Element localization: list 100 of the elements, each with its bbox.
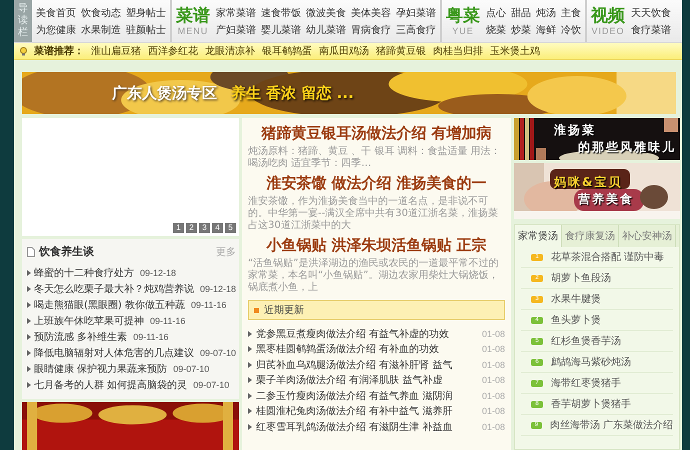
recipe-link[interactable]: 红枣雪耳乳鸽汤做法介绍 有滋阴生津 补益血 — [256, 420, 478, 434]
nav-link[interactable]: 烧菜 — [486, 22, 506, 36]
update-date: 01-08 — [482, 360, 505, 370]
nav-link[interactable]: 产妇菜谱 — [216, 22, 256, 36]
article-title[interactable]: 小鱼锅贴 洪泽朱坝活鱼锅贴 正宗 — [248, 236, 505, 255]
news-link[interactable]: 冬天怎么吃栗子最大补？炖鸡营养说 — [34, 282, 194, 296]
banner-title: 广东人煲汤专区 — [112, 84, 217, 102]
news-date: 09-12-18 — [140, 268, 176, 278]
soup-link[interactable]: 红杉鱼煲香芋汤 — [551, 334, 621, 348]
article-summary: 淮安茶馓，作为淮扬美食当中的一道名点，是非说不可的。中华第一宴--满汉全席中共有30道江浙名菜，淮扬菜占这30道江浙菜中的大 — [248, 196, 499, 232]
news-link[interactable]: 七月备考的人群 如何提高脑袋的灵 — [34, 378, 188, 392]
bullet-icon — [248, 346, 252, 352]
recipe-link[interactable]: 银耳鹌鹑蛋 — [262, 44, 312, 58]
recipe-link[interactable]: 猪蹄黄豆银 — [376, 44, 426, 58]
soup-link[interactable]: 花草茶混合搭配 谨防中毒 — [551, 250, 664, 264]
page-button[interactable]: 5 — [225, 223, 236, 233]
bullet-icon — [27, 286, 31, 292]
nav-link[interactable]: 炖汤 — [536, 6, 556, 20]
bullet-icon — [27, 318, 31, 324]
recipe-link[interactable]: 玉米煲土鸡 — [490, 44, 540, 58]
ad-headline: 妈咪&宝贝 — [554, 174, 624, 191]
bullet-icon — [248, 408, 252, 414]
nav-link[interactable]: 水果制造 — [81, 22, 121, 36]
bullet-icon — [248, 362, 252, 368]
news-link[interactable]: 预防流感 多补维生素 — [34, 330, 128, 344]
news-date: 09-07-10 — [200, 348, 236, 358]
category-subtitle: YUE — [452, 26, 474, 36]
bullet-icon — [27, 350, 31, 356]
news-link[interactable]: 上班族午休吃苹果可提神 — [34, 314, 144, 328]
bullet-icon — [27, 334, 31, 340]
nav-link[interactable]: 家常菜谱 — [216, 6, 256, 20]
tab[interactable]: 家常煲汤 — [515, 225, 562, 247]
recipe-link[interactable]: 党参黑豆煮瘦肉做法介绍 有益气补虚的功效 — [256, 326, 478, 341]
news-link[interactable]: 降低电脑辐射对人体危害的几点建议 — [34, 346, 194, 360]
nav-link[interactable]: 三高食疗 — [396, 22, 436, 36]
page-button[interactable]: 2 — [186, 223, 198, 233]
nav-link[interactable]: 冷饮 — [561, 22, 581, 36]
document-icon — [27, 246, 35, 256]
nav-link[interactable]: 幼儿菜谱 — [306, 22, 346, 36]
recipe-link[interactable]: 西洋参红花 — [148, 44, 198, 58]
nav-link[interactable]: 甜品 — [511, 6, 531, 20]
nav-link[interactable]: 炒菜 — [511, 22, 531, 36]
news-date: 09-07-10 — [193, 380, 230, 390]
recipe-link[interactable]: 肉桂当归排 — [433, 44, 483, 58]
update-date: 01-08 — [482, 406, 505, 416]
update-date: 01-08 — [482, 422, 505, 432]
nav-link[interactable]: 海鲜 — [536, 22, 556, 36]
update-date: 01-08 — [482, 328, 505, 339]
news-date: 09-07-10 — [173, 364, 210, 374]
recipe-link[interactable]: 归芪补血乌鸡腿汤做法介绍 有滋补肝肾 益气 — [256, 358, 478, 372]
nav-link[interactable]: 天天饮食 — [631, 6, 671, 20]
update-date: 01-08 — [482, 344, 505, 354]
bullet-icon — [248, 330, 252, 337]
recommend-label: 菜谱推荐： — [34, 44, 84, 58]
guide-label: 导读栏 — [14, 0, 32, 42]
news-date: 09-12-18 — [200, 284, 236, 294]
nav-link[interactable]: 胃病食疗 — [351, 22, 391, 36]
news-date: 09-11-16 — [190, 300, 226, 310]
soup-link[interactable]: 肉丝海带汤 广东菜做法介绍 — [550, 418, 673, 432]
soup-link[interactable]: 鹧鸪海马紫砂炖汤 — [551, 355, 631, 369]
nav-link[interactable]: 食疗菜谱 — [631, 22, 671, 36]
nav-link[interactable]: 点心 — [486, 6, 506, 20]
soup-link[interactable]: 胡萝卜鱼段汤 — [551, 271, 611, 285]
nav-link[interactable]: 饮食动态 — [81, 6, 121, 20]
article-title[interactable]: 猪蹄黄豆银耳汤做法介绍 有增加病 — [248, 124, 505, 143]
news-link[interactable]: 蜂蜜的十二种食疗处方 — [34, 266, 134, 280]
bullet-icon — [27, 366, 31, 372]
nav-link[interactable]: 为您健康 — [36, 22, 76, 36]
nav-link[interactable]: 婴儿菜谱 — [261, 22, 301, 36]
nav-link[interactable]: 主食 — [561, 6, 581, 20]
recipe-link[interactable]: 龙眼清凉补 — [205, 44, 255, 58]
nav-link[interactable]: 微波美食 — [306, 6, 346, 20]
nav-link[interactable]: 孕妇菜谱 — [396, 6, 436, 20]
page-button[interactable]: 3 — [199, 223, 210, 233]
nav-link[interactable]: 塑身帖士 — [126, 6, 166, 20]
soup-link[interactable]: 海带红枣煲猪手 — [551, 376, 621, 390]
news-link[interactable]: 喝走熊猫眼(黑眼圈) 教你做五种蔬 — [34, 298, 185, 312]
page-button[interactable]: 4 — [212, 223, 224, 233]
recipe-link[interactable]: 栗子羊肉汤做法介绍 有润泽肌肤 益气补虚 — [256, 373, 478, 388]
bullet-icon — [27, 302, 31, 308]
recipe-link[interactable]: 淮山扁豆猪 — [91, 44, 141, 58]
category-subtitle: VIDEO — [591, 26, 624, 36]
recipe-link[interactable]: 二参玉竹瘦肉汤做法介绍 有益气养血 滋阴润 — [256, 388, 478, 403]
article-summary: 炖汤原料：猪蹄、黄豆 、干 银耳 调料：食盐适量 用法：喝汤吃肉 适宜季节：四季… — [248, 146, 502, 170]
recipe-link[interactable]: 桂圆淮杞兔肉汤做法介绍 有补中益气 滋养肝 — [256, 404, 478, 418]
nav-link[interactable]: 速食带饭 — [261, 6, 301, 20]
tab[interactable]: 补心安神汤 — [619, 225, 676, 247]
recipe-link[interactable]: 黑枣桂圆鹌鹑蛋汤做法介绍 有补血的功效 — [256, 342, 478, 356]
tab[interactable]: 食疗康复汤 — [562, 225, 619, 247]
nav-link[interactable]: 美体美容 — [351, 6, 391, 20]
news-link[interactable]: 眼睛健康 保护视力果蔬来预防 — [34, 362, 168, 376]
nav-link[interactable]: 驻颜帖士 — [126, 22, 166, 36]
bullet-icon — [248, 377, 252, 384]
soup-link[interactable]: 鱼头萝卜煲 — [551, 313, 601, 327]
soup-link[interactable]: 水果牛腱煲 — [551, 292, 601, 306]
soup-link[interactable]: 香芋胡萝卜煲猪手 — [551, 397, 631, 411]
nav-link[interactable]: 美食首页 — [36, 6, 76, 20]
recipe-link[interactable]: 南瓜田鸡汤 — [319, 44, 369, 58]
article-title[interactable]: 淮安茶馓 做法介绍 淮扬美食的一 — [248, 174, 505, 193]
page-button[interactable]: 1 — [173, 223, 184, 233]
